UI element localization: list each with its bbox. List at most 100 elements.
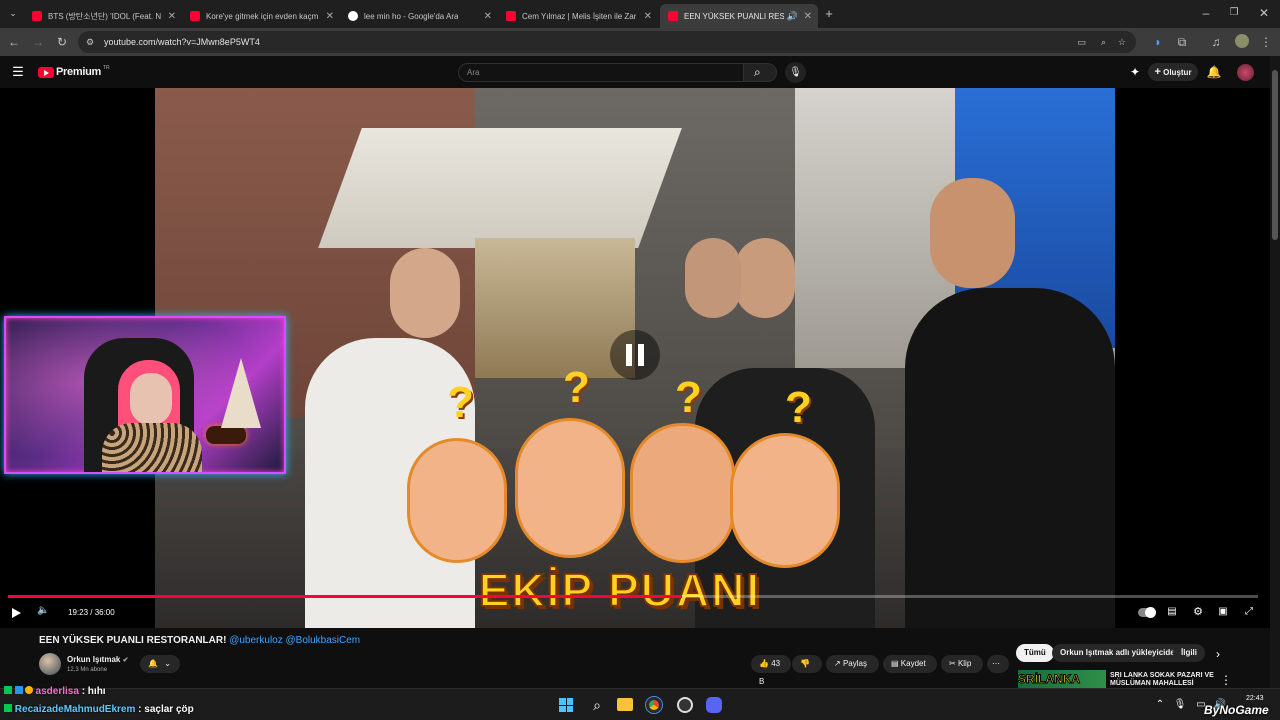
google-favicon-icon [348,11,358,21]
close-window-icon[interactable]: ✕ [1256,5,1272,21]
bookmark-star-icon[interactable]: ☆ [1118,31,1126,53]
streamer-face [130,373,172,425]
profile-avatar-icon[interactable] [1234,34,1250,50]
volume-icon[interactable]: 🔈 [37,605,49,616]
verified-icon: ✔ [122,657,129,664]
chevron-right-icon[interactable]: › [1210,646,1226,662]
search-button[interactable]: ⌕ [743,63,777,82]
clip-button[interactable]: ✂ Klip [941,655,983,673]
back-icon[interactable]: ← [6,34,22,50]
chat-badge-icon [4,704,12,712]
recommended-thumbnail[interactable]: SRİLANKA [1018,670,1106,688]
chat-username[interactable]: RecaizadeMahmudEkrem [15,704,136,715]
tray-overflow-icon[interactable]: ⌃ [1152,697,1168,713]
address-bar[interactable]: ⚙ youtube.com/watch?v=JMwn8eP5WT4 ▭ ⌕ ☆ [78,31,1136,53]
microphone-icon: 🎙 [789,67,802,78]
video-title: EEN YÜKSEK PUANLI RESTORANLAR! @uberkulo… [39,635,361,646]
chip-all[interactable]: Tümü [1016,644,1054,662]
forward-icon[interactable]: → [30,34,46,50]
recommended-title[interactable]: SRİ LANKA SOKAK PAZARI VE MÜSLÜMAN MAHAL… [1110,672,1220,688]
discord-icon[interactable] [706,697,722,713]
chevron-down-icon: ⌄ [164,659,171,668]
zoom-icon[interactable]: ⌕ [1101,31,1106,53]
search-icon: ⌕ [754,65,761,79]
media-control-icon[interactable]: ♫ [1208,34,1224,50]
tab-search-icon[interactable]: ⌄ [5,5,21,21]
site-info-icon[interactable]: ⚙ [86,31,94,53]
extensions-puzzle-icon[interactable]: ⧉ [1174,34,1190,50]
subtitles-icon[interactable]: ▤ [1164,604,1180,620]
close-tab-icon[interactable]: ✕ [484,11,492,22]
more-actions-button[interactable]: ⋯ [987,655,1009,673]
chat-text: : saçlar çöp [138,704,194,715]
close-tab-icon[interactable]: ✕ [644,11,652,22]
browser-tab-active[interactable]: EEN YÜKSEK PUANLI RESTO 🔊 ✕ [660,4,818,28]
scrollbar-thumb[interactable] [1272,70,1278,240]
person-head [390,248,460,338]
person-head [735,238,795,318]
streamer-top [102,423,202,472]
reload-icon[interactable]: ↻ [54,34,70,50]
autoplay-toggle[interactable] [1138,607,1156,618]
extension-icon[interactable]: ◗ [1150,34,1166,50]
tray-mic-icon[interactable]: 🎙 [1172,697,1188,713]
save-button[interactable]: ▤ Kaydet [883,655,937,673]
like-button[interactable]: 👍 43 B [751,655,791,686]
youtube-favicon-icon [32,11,42,21]
save-playlist-icon: ▤ [891,659,899,668]
new-tab-icon[interactable]: + [821,6,837,22]
file-explorer-icon[interactable] [617,698,633,711]
christmas-tree [221,358,261,428]
windows-start-icon[interactable] [559,698,573,712]
video-title-mentions[interactable]: @uberkuloz @BolukbasiCem [229,635,360,646]
browser-tab[interactable]: BTS (방탄소년단) 'IDOL (Feat. N ✕ [24,4,182,28]
thumbs-down-icon: 👎 [800,659,810,668]
chat-username[interactable]: asderlisa [36,686,79,697]
cast-icon[interactable]: ▭ [1077,31,1086,53]
minimize-window-icon[interactable]: – [1198,5,1214,21]
obs-icon[interactable] [677,697,693,713]
close-tab-icon[interactable]: ✕ [804,11,812,22]
settings-gear-icon[interactable]: ⚙ [1190,604,1206,620]
browser-tab[interactable]: lee min ho - Google'da Ara ✕ [340,4,498,28]
create-button[interactable]: + Oluştur [1148,63,1198,81]
voice-search-button[interactable]: 🎙 [785,62,806,83]
chat-text: : hıhı [81,686,106,697]
notifications-bell-icon[interactable]: 🔔 [1206,64,1222,80]
url-text: youtube.com/watch?v=JMwn8eP5WT4 [104,37,260,47]
search-input[interactable]: Ara [458,63,744,82]
close-tab-icon[interactable]: ✕ [168,11,176,22]
chip-from-uploader[interactable]: Orkun Işıtmak adlı yükleyiciden [1052,644,1188,662]
miniplayer-icon[interactable]: ▣ [1215,604,1231,620]
fullscreen-icon[interactable]: ⤢ [1241,604,1257,620]
chip-related[interactable]: İlgili [1173,644,1205,662]
subscribed-bell-button[interactable]: 🔔 ⌄ [140,655,180,673]
channel-avatar[interactable] [39,653,61,675]
restore-window-icon[interactable]: ❐ [1226,5,1242,21]
taskbar-clock[interactable]: 22:43 [1246,695,1264,702]
channel-name[interactable]: Orkun Işıtmak ✔ [67,655,128,664]
share-button[interactable]: ↗ Paylaş [826,655,879,673]
taskbar-search-icon[interactable]: ⌕ [589,697,605,713]
audio-playing-icon[interactable]: 🔊 [787,11,798,22]
ai-spark-icon[interactable]: ✦ [1127,64,1143,80]
share-icon: ↗ [834,659,841,668]
pause-indicator [610,330,660,380]
user-avatar[interactable] [1237,64,1254,81]
guide-menu-icon[interactable]: ☰ [10,64,26,80]
video-frame[interactable]: ? ? ? ? EKİP PUANI [155,88,1115,628]
browser-menu-icon[interactable]: ⋮ [1258,34,1274,50]
cartoon-face [730,433,840,568]
more-vertical-icon[interactable]: ⋮ [1218,672,1234,688]
dislike-button[interactable]: 👎 [792,655,822,673]
browser-tab[interactable]: Kore'ye gitmek için evden kaçm ✕ [182,4,340,28]
chrome-icon[interactable] [646,697,662,713]
youtube-header: ☰ Premium TR Ara ⌕ 🎙 ✦ + Oluştur 🔔 [0,56,1280,88]
browser-tab-strip: ⌄ BTS (방탄소년단) 'IDOL (Feat. N ✕ Kore'ye g… [0,0,1280,28]
page-scrollbar[interactable] [1270,56,1280,688]
thumbs-up-icon: 👍 [759,659,769,668]
play-button[interactable] [12,608,21,618]
youtube-logo[interactable]: Premium TR [38,65,110,79]
browser-tab[interactable]: Cem Yılmaz | Melis İşiten ile Zar ✕ [498,4,658,28]
close-tab-icon[interactable]: ✕ [326,11,334,22]
